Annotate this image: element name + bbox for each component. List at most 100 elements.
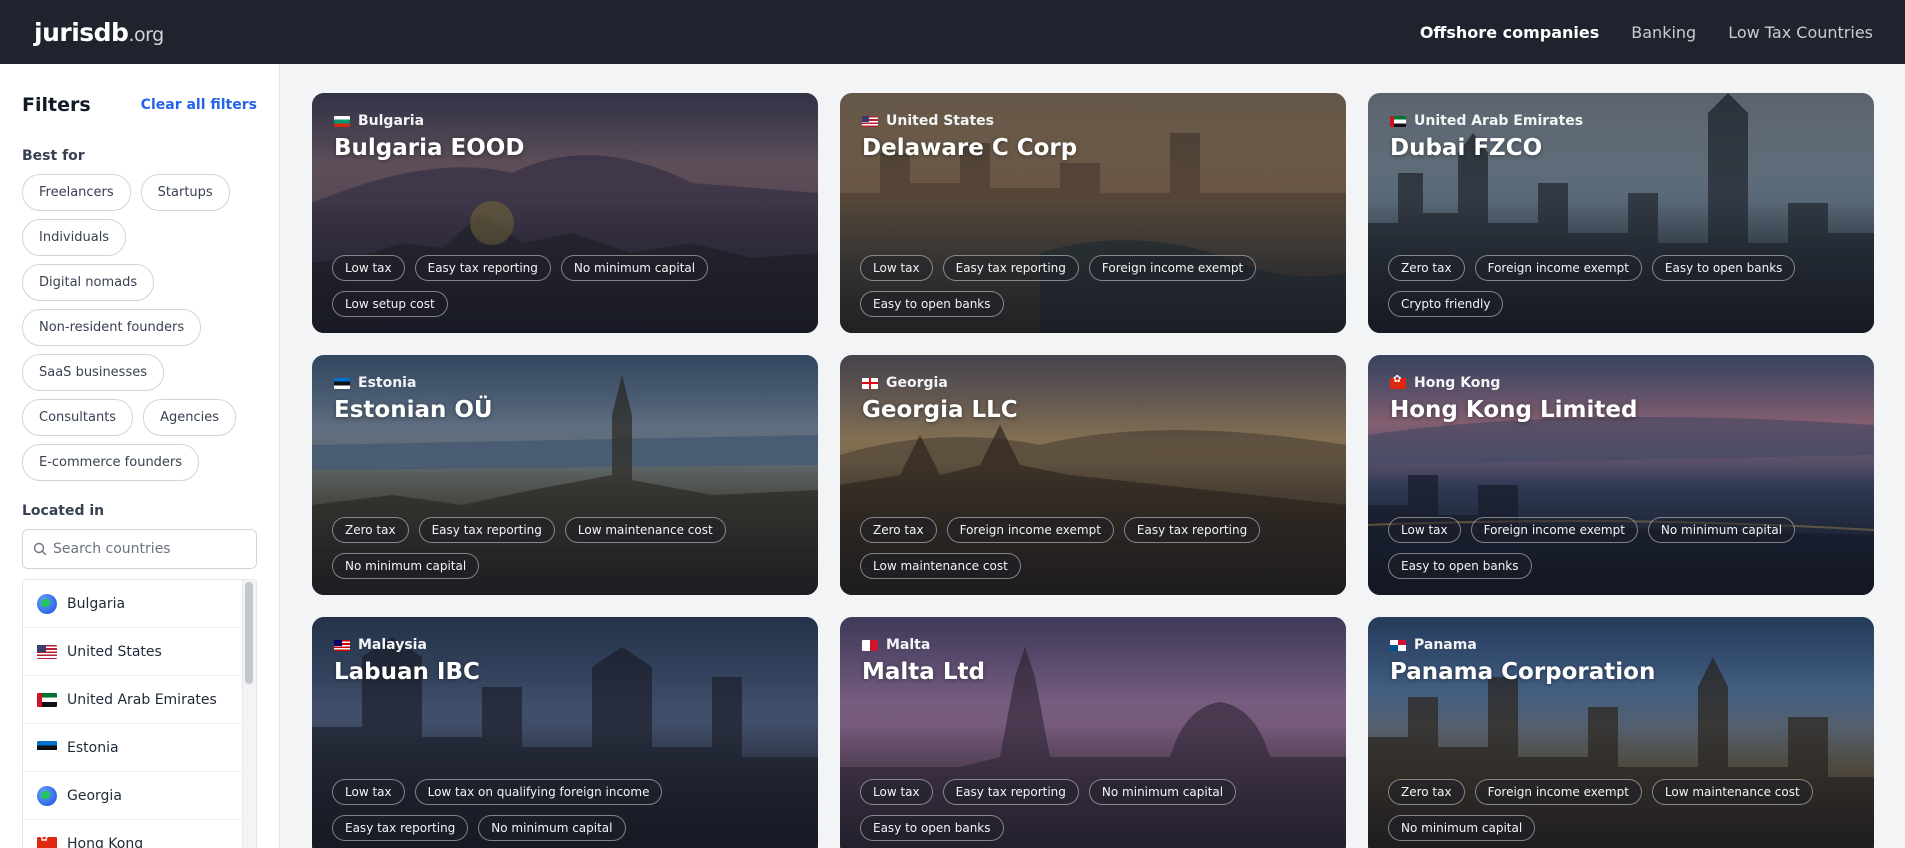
site-logo[interactable]: jurisdb.org bbox=[34, 18, 164, 47]
chip-digital-nomads[interactable]: Digital nomads bbox=[22, 264, 155, 301]
card-country-label: United Arab Emirates bbox=[1414, 113, 1584, 129]
company-card-hong-kong-limited[interactable]: Hong Kong Hong Kong Limited Low tax Fore… bbox=[1368, 355, 1874, 595]
card-content: Bulgaria Bulgaria EOOD Low tax Easy tax … bbox=[312, 93, 818, 333]
card-tag: Easy to open banks bbox=[1651, 255, 1796, 281]
card-country: United Arab Emirates bbox=[1390, 113, 1852, 129]
chip-consultants[interactable]: Consultants bbox=[22, 399, 134, 436]
card-tag: Zero tax bbox=[332, 517, 409, 543]
hong-kong-flag-icon bbox=[37, 833, 57, 848]
company-card-labuan-ibc[interactable]: Malaysia Labuan IBC Low tax Low tax on q… bbox=[312, 617, 818, 848]
card-tag: Foreign income exempt bbox=[1470, 517, 1638, 543]
clear-all-filters-link[interactable]: Clear all filters bbox=[141, 97, 257, 113]
card-tag: No minimum capital bbox=[560, 255, 709, 281]
malaysia-flag-icon bbox=[334, 639, 350, 651]
card-country-label: Hong Kong bbox=[1414, 375, 1501, 391]
search-icon bbox=[33, 542, 47, 556]
country-label: Estonia bbox=[67, 739, 119, 756]
country-item-georgia[interactable]: Georgia bbox=[23, 772, 243, 820]
card-tag: Easy to open banks bbox=[1388, 553, 1532, 579]
chip-freelancers[interactable]: Freelancers bbox=[22, 174, 131, 211]
nav-offshore-companies[interactable]: Offshore companies bbox=[1420, 23, 1599, 42]
card-country-label: Malta bbox=[886, 637, 931, 653]
card-tag: Zero tax bbox=[1388, 255, 1465, 281]
card-tag: No minimum capital bbox=[1088, 779, 1237, 805]
card-tags: Zero tax Foreign income exempt Easy to o… bbox=[1388, 255, 1854, 317]
filters-sidebar: Filters Clear all filters Best for Freel… bbox=[0, 64, 280, 848]
located-in-label: Located in bbox=[22, 503, 105, 519]
company-card-panama-corporation[interactable]: Panama Panama Corporation Zero tax Forei… bbox=[1368, 617, 1874, 848]
card-tag: Low tax bbox=[860, 779, 933, 805]
card-title: Estonian OÜ bbox=[334, 397, 493, 423]
card-tags: Zero tax Foreign income exempt Easy tax … bbox=[860, 517, 1326, 579]
country-search-field[interactable] bbox=[22, 529, 257, 569]
card-tag: No minimum capital bbox=[332, 553, 480, 579]
chip-non-resident-founders[interactable]: Non-resident founders bbox=[22, 309, 202, 346]
chip-agencies[interactable]: Agencies bbox=[143, 399, 236, 436]
card-tag: Low tax bbox=[860, 255, 933, 281]
card-tag: Low tax bbox=[1388, 517, 1461, 543]
country-item-united-states[interactable]: United States bbox=[23, 628, 243, 676]
card-tag: Low tax bbox=[332, 255, 405, 281]
card-tag: Easy to open banks bbox=[860, 815, 1004, 841]
chip-saas-businesses[interactable]: SaaS businesses bbox=[22, 354, 164, 391]
uae-flag-icon bbox=[37, 692, 57, 707]
best-for-label: Best for bbox=[22, 148, 85, 164]
country-search-input[interactable] bbox=[53, 541, 243, 557]
country-item-bulgaria[interactable]: Bulgaria bbox=[23, 580, 243, 628]
card-tag: Easy tax reporting bbox=[1123, 517, 1261, 543]
estonia-flag-icon bbox=[334, 377, 350, 389]
country-item-united-arab-emirates[interactable]: United Arab Emirates bbox=[23, 676, 243, 724]
card-content: Malta Malta Ltd Low tax Easy tax reporti… bbox=[840, 617, 1346, 848]
bulgaria-flag-icon bbox=[334, 115, 350, 127]
card-tag: Foreign income exempt bbox=[1474, 255, 1642, 281]
chip-individuals[interactable]: Individuals bbox=[22, 219, 127, 256]
company-card-georgia-llc[interactable]: Georgia Georgia LLC Zero tax Foreign inc… bbox=[840, 355, 1346, 595]
country-label: Georgia bbox=[67, 787, 122, 804]
card-tags: Low tax Easy tax reporting No minimum ca… bbox=[860, 779, 1326, 841]
card-tags: Zero tax Foreign income exempt Low maint… bbox=[1388, 779, 1854, 841]
chip-e-commerce-founders[interactable]: E-commerce founders bbox=[22, 444, 200, 481]
us-flag-icon bbox=[37, 644, 57, 659]
chip-startups[interactable]: Startups bbox=[140, 174, 230, 211]
georgia-flag-icon bbox=[862, 377, 878, 389]
globe-icon bbox=[37, 785, 57, 806]
card-tags: Low tax Low tax on qualifying foreign in… bbox=[332, 779, 798, 841]
card-content: Georgia Georgia LLC Zero tax Foreign inc… bbox=[840, 355, 1346, 595]
card-country: United States bbox=[862, 113, 1324, 129]
card-tag: Easy tax reporting bbox=[332, 815, 469, 841]
country-label: United Arab Emirates bbox=[67, 691, 217, 708]
scrollbar-thumb[interactable] bbox=[245, 582, 253, 684]
company-card-bulgaria-eood[interactable]: Bulgaria Bulgaria EOOD Low tax Easy tax … bbox=[312, 93, 818, 333]
card-tag: Easy tax reporting bbox=[418, 517, 555, 543]
nav-low-tax-countries[interactable]: Low Tax Countries bbox=[1728, 23, 1873, 42]
company-card-malta-ltd[interactable]: Malta Malta Ltd Low tax Easy tax reporti… bbox=[840, 617, 1346, 848]
card-country: Malta bbox=[862, 637, 1324, 653]
card-tag: No minimum capital bbox=[1647, 517, 1796, 543]
nav-banking[interactable]: Banking bbox=[1631, 23, 1696, 42]
country-item-estonia[interactable]: Estonia bbox=[23, 724, 243, 772]
card-tags: Zero tax Easy tax reporting Low maintena… bbox=[332, 517, 798, 579]
country-list-scrollbar[interactable] bbox=[242, 580, 256, 848]
card-tag: Easy tax reporting bbox=[414, 255, 551, 281]
card-tag: Foreign income exempt bbox=[1088, 255, 1257, 281]
country-label: Hong Kong bbox=[67, 835, 144, 848]
card-tag: Low tax on qualifying foreign income bbox=[414, 779, 663, 805]
country-label: Bulgaria bbox=[67, 595, 126, 612]
card-country-label: Georgia bbox=[886, 375, 948, 391]
card-tag: Low tax bbox=[332, 779, 405, 805]
card-content: Hong Kong Hong Kong Limited Low tax Fore… bbox=[1368, 355, 1874, 595]
card-country: Estonia bbox=[334, 375, 796, 391]
company-card-delaware-c-corp[interactable]: United States Delaware C Corp Low tax Ea… bbox=[840, 93, 1346, 333]
card-title: Bulgaria EOOD bbox=[334, 135, 525, 161]
hong-kong-flag-icon bbox=[1390, 374, 1406, 389]
panama-flag-icon bbox=[1390, 639, 1406, 651]
card-country: Georgia bbox=[862, 375, 1324, 391]
card-country: Malaysia bbox=[334, 637, 796, 653]
card-content: Panama Panama Corporation Zero tax Forei… bbox=[1368, 617, 1874, 848]
company-card-estonian-ou[interactable]: Estonia Estonian OÜ Zero tax Easy tax re… bbox=[312, 355, 818, 595]
card-content: Malaysia Labuan IBC Low tax Low tax on q… bbox=[312, 617, 818, 848]
company-cards-grid: Bulgaria Bulgaria EOOD Low tax Easy tax … bbox=[312, 93, 1874, 848]
company-card-dubai-fzco[interactable]: United Arab Emirates Dubai FZCO Zero tax… bbox=[1368, 93, 1874, 333]
card-tags: Low tax Foreign income exempt No minimum… bbox=[1388, 517, 1854, 579]
country-item-hong-kong[interactable]: Hong Kong bbox=[23, 820, 243, 848]
